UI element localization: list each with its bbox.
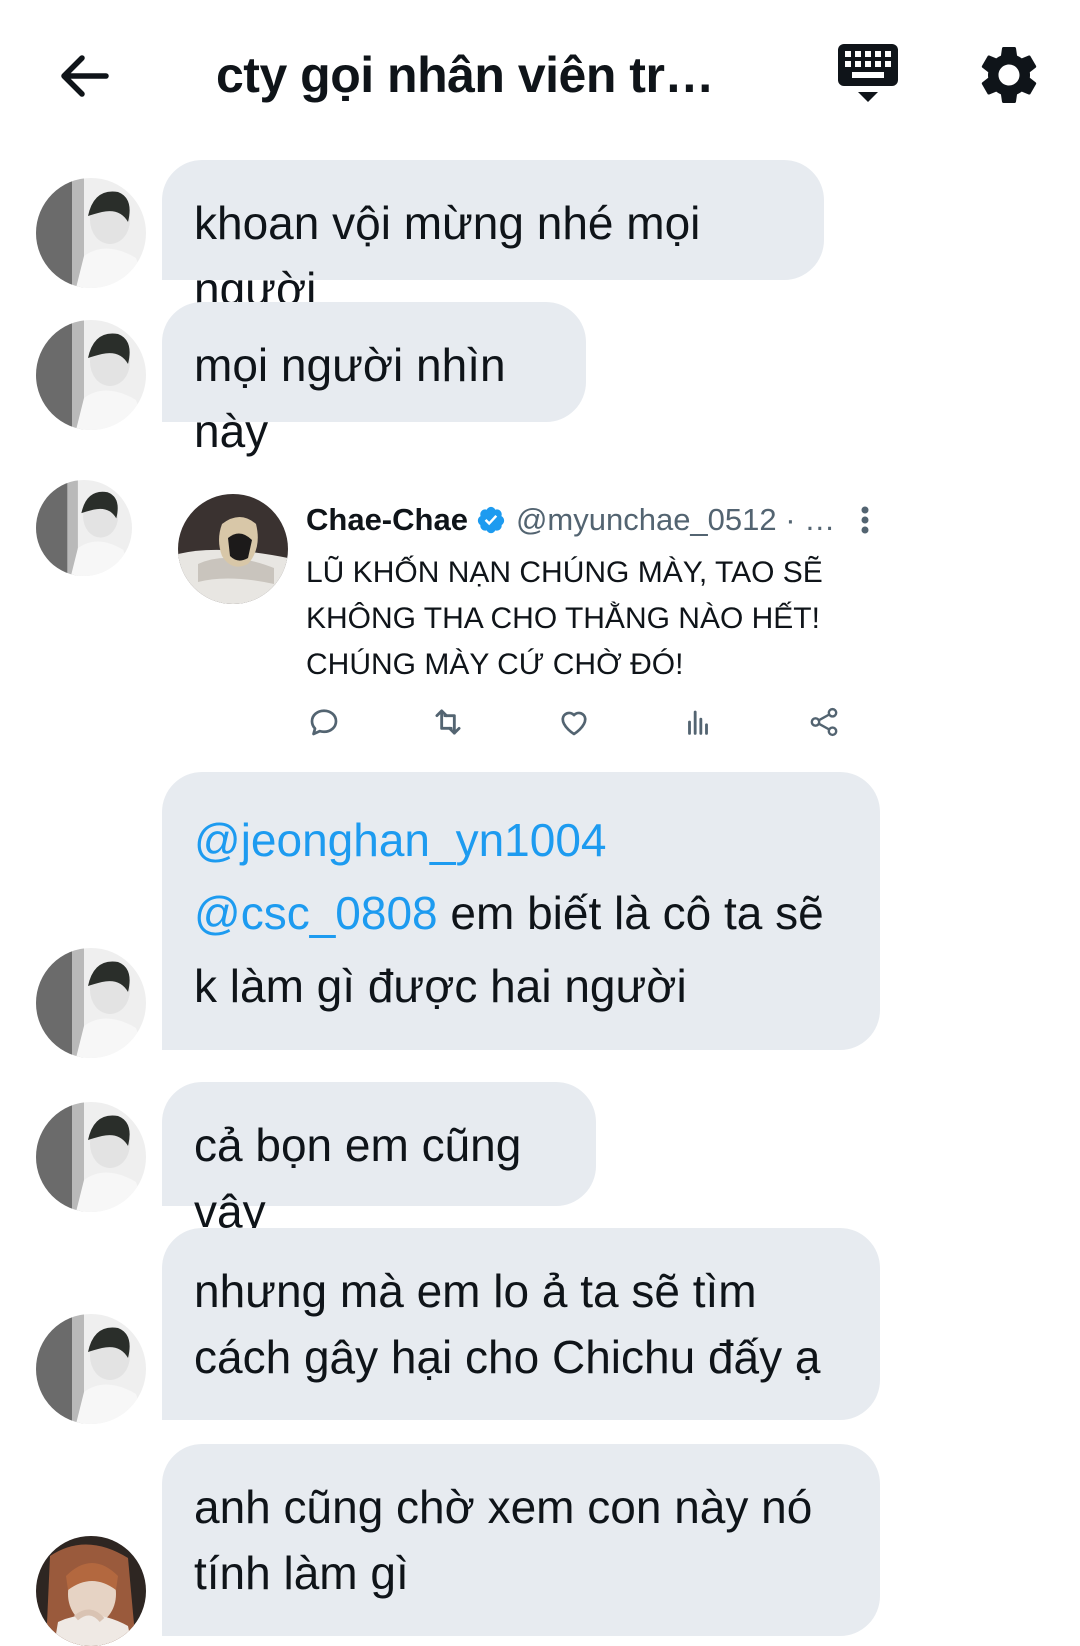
user-photo-icon xyxy=(36,480,132,576)
avatar[interactable] xyxy=(36,948,146,1058)
keyboard-button[interactable] xyxy=(832,40,906,110)
verified-badge-icon xyxy=(476,505,506,535)
avatar[interactable] xyxy=(36,1536,146,1646)
like-button[interactable] xyxy=(552,700,596,744)
share-icon xyxy=(810,707,838,737)
keyboard-icon xyxy=(838,44,898,102)
reply-button[interactable] xyxy=(302,700,346,744)
mention-link[interactable]: @csc_0808 xyxy=(194,887,438,939)
message-text: cả bọn em cũng vậy xyxy=(194,1119,522,1237)
message-bubble: @jeonghan_yn1004 @csc_0808 em biết là cô… xyxy=(162,772,880,1050)
avatar[interactable] xyxy=(36,480,132,576)
message-bubble: khoan vội mừng nhé mọi người xyxy=(162,160,824,315)
message-text: anh cũng chờ xem con này nó tính làm gì xyxy=(194,1481,813,1599)
views-icon xyxy=(688,710,708,735)
more-options-button[interactable] xyxy=(850,502,880,542)
top-bar: cty gọi nhân viên trả lời thắc mắc xyxy=(0,0,1080,150)
back-button[interactable] xyxy=(52,44,116,108)
message-text: mọi người nhìn này xyxy=(194,339,506,457)
avatar[interactable] xyxy=(36,178,146,288)
user-photo-icon xyxy=(36,320,146,430)
user-photo-icon xyxy=(36,1102,146,1212)
user-photo-icon xyxy=(36,948,146,1058)
tweet-author-avatar[interactable] xyxy=(178,494,288,604)
settings-button[interactable] xyxy=(974,40,1044,110)
mention-link[interactable]: @jeonghan_yn1004 xyxy=(194,814,607,866)
message-bubble: mọi người nhìn này xyxy=(162,302,586,457)
message-bubble: nhưng mà em lo ả ta sẽ tìm cách gây hại … xyxy=(162,1228,880,1420)
message-text: khoan vội mừng nhé mọi người xyxy=(194,197,701,315)
avatar[interactable] xyxy=(36,320,146,430)
like-icon xyxy=(561,711,587,736)
user-photo-icon xyxy=(36,1536,146,1646)
user-photo-icon xyxy=(36,178,146,288)
message-text: nhưng mà em lo ả ta sẽ tìm cách gây hại … xyxy=(194,1265,821,1383)
avatar[interactable] xyxy=(36,1102,146,1212)
message-bubble: anh cũng chờ xem con này nó tính làm gì xyxy=(162,1444,880,1636)
arrow-left-icon xyxy=(61,55,109,97)
avatar[interactable] xyxy=(36,1314,146,1424)
retweet-button[interactable] xyxy=(426,700,470,744)
user-photo-icon xyxy=(36,1314,146,1424)
retweet-icon xyxy=(435,709,461,735)
tweet-author-handle: @myunchae_0512 · 4... xyxy=(515,502,846,537)
tweet-author-name[interactable]: Chae-Chae xyxy=(306,502,468,538)
reply-icon xyxy=(310,709,338,736)
share-button[interactable] xyxy=(802,700,846,744)
more-vertical-icon xyxy=(861,506,869,534)
tweet-author-photo-icon xyxy=(178,494,288,604)
tweet-header: Chae-Chae @myunchae_0512 · 4... xyxy=(306,502,866,538)
tweet-action-bar xyxy=(306,700,876,744)
views-button[interactable] xyxy=(676,700,720,744)
shared-tweet-card[interactable]: Chae-Chae @myunchae_0512 · 4... LŨ KHỐN … xyxy=(178,494,878,750)
message-bubble: cả bọn em cũng vậy xyxy=(162,1082,596,1237)
page-title: cty gọi nhân viên trả lời thắc mắc xyxy=(216,47,736,103)
tweet-text: LŨ KHỐN NẠN CHÚNG MÀY, TAO SẼ KHÔNG THA … xyxy=(306,556,823,681)
gear-icon xyxy=(981,47,1037,103)
